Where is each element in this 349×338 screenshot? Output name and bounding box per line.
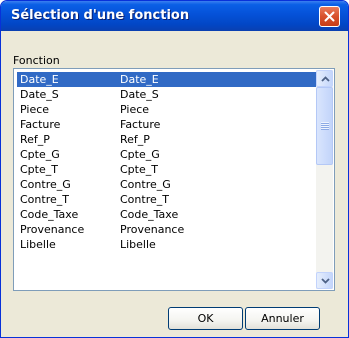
arrow-down-icon [321,278,330,284]
list-item-value: Provenance [120,223,185,236]
list-item[interactable]: Date_E Date_E [17,72,316,87]
dialog-window: Sélection d'une fonction Fonction Date_E… [0,0,349,338]
scrollbar-thumb[interactable] [316,87,333,165]
list-item[interactable]: Date_S Date_S [17,87,316,102]
list-item-value: Libelle [120,238,156,251]
list-item-value: Date_E [120,73,159,86]
list-item[interactable]: Contre_T Contre_T [17,192,316,207]
list-item-value: Ref_P [120,133,150,146]
list-item-name: Ref_P [20,133,50,146]
list-item-value: Code_Taxe [120,208,179,221]
arrow-up-icon [321,76,330,82]
vertical-scrollbar[interactable] [316,70,333,289]
list-item-name: Piece [20,103,50,116]
close-button[interactable] [319,6,340,27]
list-item-value: Facture [120,118,161,131]
list-item[interactable]: Piece Piece [17,102,316,117]
list-item-value: Contre_G [120,178,171,191]
scroll-down-button[interactable] [316,272,333,289]
list-item[interactable]: Contre_G Contre_G [17,177,316,192]
ok-button[interactable]: OK [168,307,243,330]
scrollbar-grip [321,122,329,130]
cancel-button[interactable]: Annuler [245,307,320,330]
list-item-name: Date_S [20,88,59,101]
close-icon [324,11,335,22]
function-listbox[interactable]: Date_E Date_E Date_S Date_S Piece Piece Factur… [13,68,335,291]
title-bar[interactable]: Sélection d'une fonction [1,1,348,31]
list-item[interactable]: Code_Taxe Code_Taxe [17,207,316,222]
list-item-value: Cpte_G [120,148,160,161]
list-item-name: Cpte_G [20,148,60,161]
list-item-name: Facture [20,118,61,131]
list-item[interactable]: Ref_P Ref_P [17,132,316,147]
list-item-name: Date_E [20,73,59,86]
list-item-value: Contre_T [120,193,169,206]
list-item-name: Contre_T [20,193,69,206]
list-item-name: Provenance [20,223,85,236]
list-item[interactable]: Cpte_T Cpte_T [17,162,316,177]
list-item[interactable]: Cpte_G Cpte_G [17,147,316,162]
list-item[interactable]: Facture Facture [17,117,316,132]
function-list-label: Fonction [13,54,60,67]
window-title: Sélection d'une fonction [11,8,190,23]
list-item-name: Libelle [20,238,56,251]
list-item[interactable]: Libelle Libelle [17,237,316,252]
dialog-footer: OK Annuler [1,297,348,337]
list-item-name: Code_Taxe [20,208,79,221]
list-item-value: Piece [120,103,150,116]
list-item-value: Date_S [120,88,159,101]
list-item-name: Cpte_T [20,163,58,176]
list-item-name: Contre_G [20,178,71,191]
list-item[interactable]: Provenance Provenance [17,222,316,237]
list-item-value: Cpte_T [120,163,158,176]
function-list-rows: Date_E Date_E Date_S Date_S Piece Piece Factur… [17,72,316,252]
scroll-up-button[interactable] [316,70,333,87]
